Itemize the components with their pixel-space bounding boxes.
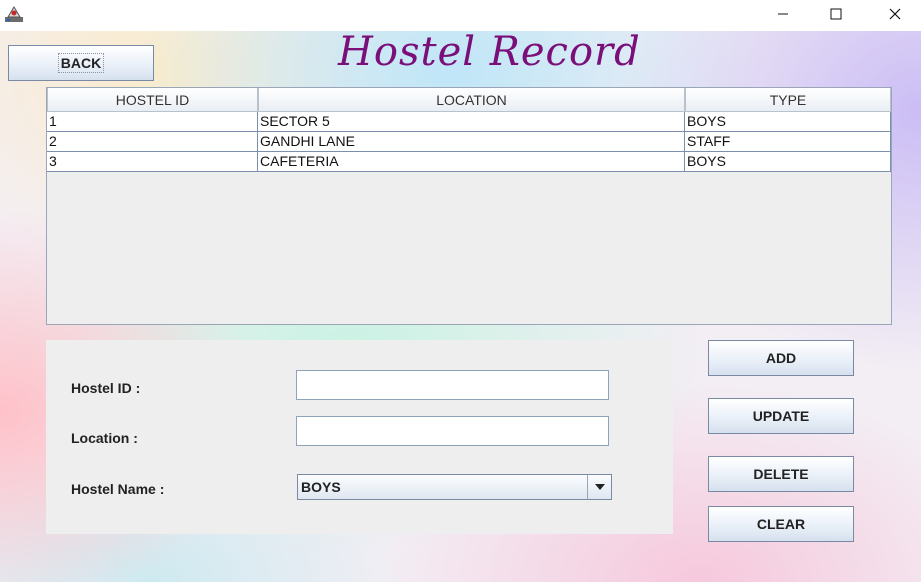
hostel-name-selected: BOYS — [301, 479, 341, 495]
cell-type[interactable]: BOYS — [685, 112, 891, 132]
column-header-type[interactable]: TYPE — [685, 88, 891, 112]
cell-location[interactable]: SECTOR 5 — [258, 112, 685, 132]
maximize-button[interactable] — [813, 0, 859, 28]
add-button[interactable]: ADD — [708, 340, 854, 376]
back-button-label: BACK — [57, 53, 105, 73]
java-app-icon — [4, 4, 24, 24]
cell-hostel-id[interactable]: 3 — [47, 152, 258, 172]
delete-button-label: DELETE — [753, 466, 809, 482]
page-title: Hostel Record — [338, 31, 641, 75]
table-row[interactable]: 1 SECTOR 5 BOYS — [47, 112, 891, 132]
update-button-label: UPDATE — [752, 408, 810, 424]
column-header-hostel-id[interactable]: HOSTEL ID — [47, 88, 258, 112]
back-button[interactable]: BACK — [8, 45, 154, 81]
content-area: BACK Hostel Record HOSTEL ID LOCATION TY… — [0, 31, 921, 582]
table-header: HOSTEL ID LOCATION TYPE — [47, 88, 891, 112]
hostel-name-label: Hostel Name : — [71, 481, 165, 497]
hostel-id-input[interactable] — [296, 370, 609, 400]
clear-button[interactable]: CLEAR — [708, 506, 854, 542]
close-button[interactable] — [872, 0, 918, 28]
add-button-label: ADD — [765, 350, 797, 366]
hostel-id-label: Hostel ID : — [71, 380, 141, 396]
cell-location[interactable]: GANDHI LANE — [258, 132, 685, 152]
location-label: Location : — [71, 430, 138, 446]
cell-type[interactable]: STAFF — [685, 132, 891, 152]
table-row[interactable]: 3 CAFETERIA BOYS — [47, 152, 891, 172]
clear-button-label: CLEAR — [756, 516, 806, 532]
delete-button[interactable]: DELETE — [708, 456, 854, 492]
minimize-button[interactable] — [760, 0, 806, 28]
cell-hostel-id[interactable]: 1 — [47, 112, 258, 132]
hostel-table: HOSTEL ID LOCATION TYPE 1 SECTOR 5 BOYS … — [46, 87, 892, 325]
cell-location[interactable]: CAFETERIA — [258, 152, 685, 172]
hostel-name-dropdown[interactable]: BOYS — [297, 474, 612, 500]
window-titlebar — [0, 0, 921, 31]
hostel-form-panel: Hostel ID : Location : Hostel Name : BOY… — [46, 340, 673, 534]
update-button[interactable]: UPDATE — [708, 398, 854, 434]
dropdown-arrow-icon[interactable] — [587, 475, 611, 499]
table-row[interactable]: 2 GANDHI LANE STAFF — [47, 132, 891, 152]
column-header-location[interactable]: LOCATION — [258, 88, 685, 112]
location-input[interactable] — [296, 416, 609, 446]
cell-type[interactable]: BOYS — [685, 152, 891, 172]
cell-hostel-id[interactable]: 2 — [47, 132, 258, 152]
